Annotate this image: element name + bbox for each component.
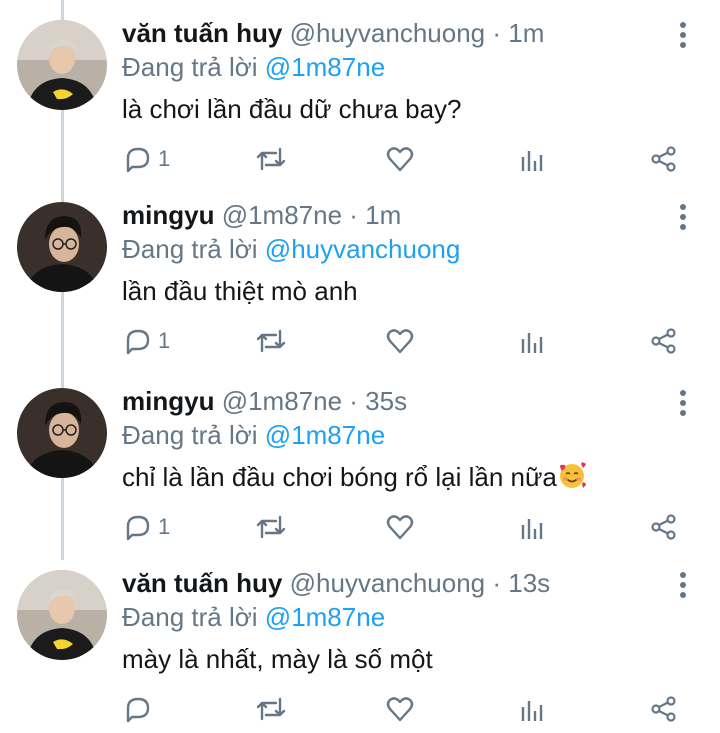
tweet-text: lần đầu thiệt mò anh — [122, 276, 358, 306]
share-icon — [651, 696, 676, 722]
analytics-button[interactable] — [518, 692, 546, 726]
avatar[interactable] — [17, 570, 107, 660]
mention-link[interactable]: @huyvanchuong — [265, 234, 461, 264]
share-icon — [651, 514, 676, 540]
share-button[interactable] — [650, 324, 678, 358]
like-button[interactable] — [386, 142, 414, 176]
reply-count: 1 — [158, 146, 171, 171]
tweet-text: chỉ là lần đầu chơi bóng rổ lại lần nữa — [122, 462, 557, 492]
like-icon — [386, 147, 414, 172]
replying-to-label: Đang trả lời — [122, 234, 258, 264]
tweet-text-row: chỉ là lần đầu chơi bóng rổ lại lần nữa — [122, 460, 587, 498]
tweet-header: mingyu @1m87ne · 1m — [122, 198, 401, 232]
timestamp[interactable]: · 35s — [349, 386, 407, 416]
replying-to-label: Đang trả lời — [122, 52, 258, 82]
reply-button[interactable] — [124, 692, 158, 726]
retweet-button[interactable] — [256, 510, 286, 544]
replying-to: Đang trả lời @1m87ne — [122, 600, 385, 634]
like-button[interactable] — [386, 510, 414, 544]
reply-count: 1 — [158, 328, 171, 353]
timestamp[interactable]: · 13s — [492, 568, 550, 598]
tweet-header: văn tuấn huy @huyvanchuong · 1m — [122, 16, 544, 50]
reply-icon — [126, 515, 150, 541]
mention-link[interactable]: @1m87ne — [265, 420, 385, 450]
like-icon — [386, 697, 414, 722]
mention-link[interactable]: @1m87ne — [265, 602, 385, 632]
more-icon[interactable] — [671, 20, 695, 50]
retweet-button[interactable] — [256, 692, 286, 726]
more-icon[interactable] — [671, 388, 695, 418]
retweet-button[interactable] — [256, 142, 286, 176]
handle[interactable]: @1m87ne — [222, 200, 342, 230]
replying-to: Đang trả lời @huyvanchuong — [122, 232, 460, 266]
display-name[interactable]: mingyu — [122, 386, 214, 416]
like-icon — [386, 515, 414, 540]
handle[interactable]: @1m87ne — [222, 386, 342, 416]
tweet-header: văn tuấn huy @huyvanchuong · 13s — [122, 566, 550, 600]
replying-to-label: Đang trả lời — [122, 602, 258, 632]
replying-to: Đang trả lời @1m87ne — [122, 50, 385, 84]
share-button[interactable] — [650, 692, 678, 726]
retweet-icon — [256, 515, 286, 539]
smiling-face-with-hearts-icon — [557, 460, 587, 498]
retweet-icon — [256, 329, 286, 353]
reply-icon — [126, 329, 150, 355]
avatar[interactable] — [17, 388, 107, 478]
analytics-icon — [521, 519, 543, 539]
share-button[interactable] — [650, 510, 678, 544]
more-icon[interactable] — [671, 570, 695, 600]
handle[interactable]: @huyvanchuong — [290, 568, 486, 598]
timestamp[interactable]: · 1m — [492, 18, 544, 48]
analytics-icon — [521, 701, 543, 721]
analytics-button[interactable] — [518, 510, 546, 544]
tweet-text: là chơi lần đầu dữ chưa bay? — [122, 94, 462, 124]
analytics-button[interactable] — [518, 324, 546, 358]
mention-link[interactable]: @1m87ne — [265, 52, 385, 82]
like-button[interactable] — [386, 324, 414, 358]
reply-icon — [126, 697, 150, 723]
reply-count: 1 — [158, 514, 171, 539]
reply-icon — [126, 147, 150, 173]
analytics-icon — [521, 151, 543, 171]
avatar[interactable] — [17, 20, 107, 110]
reply-button[interactable]: 1 — [124, 324, 170, 358]
display-name[interactable]: mingyu — [122, 200, 214, 230]
tweet-text: mày là nhất, mày là số một — [122, 644, 433, 674]
replying-to-label: Đang trả lời — [122, 420, 258, 450]
action-bar: 1 — [0, 510, 720, 544]
like-icon — [386, 329, 414, 354]
more-icon[interactable] — [671, 202, 695, 232]
retweet-button[interactable] — [256, 324, 286, 358]
reply-button[interactable]: 1 — [124, 142, 170, 176]
analytics-icon — [521, 333, 543, 353]
share-button[interactable] — [650, 142, 678, 176]
timestamp[interactable]: · 1m — [349, 200, 401, 230]
reply-button[interactable]: 1 — [124, 510, 170, 544]
display-name[interactable]: văn tuấn huy — [122, 568, 282, 598]
display-name[interactable]: văn tuấn huy — [122, 18, 282, 48]
handle[interactable]: @huyvanchuong — [290, 18, 486, 48]
action-bar: 1 — [0, 324, 720, 358]
like-button[interactable] — [386, 692, 414, 726]
action-bar — [0, 692, 720, 726]
avatar[interactable] — [17, 202, 107, 292]
action-bar: 1 — [0, 142, 720, 176]
replying-to: Đang trả lời @1m87ne — [122, 418, 385, 452]
analytics-button[interactable] — [518, 142, 546, 176]
retweet-icon — [256, 697, 286, 721]
share-icon — [651, 328, 676, 354]
tweet-header: mingyu @1m87ne · 35s — [122, 384, 407, 418]
retweet-icon — [256, 147, 286, 171]
share-icon — [651, 146, 676, 172]
